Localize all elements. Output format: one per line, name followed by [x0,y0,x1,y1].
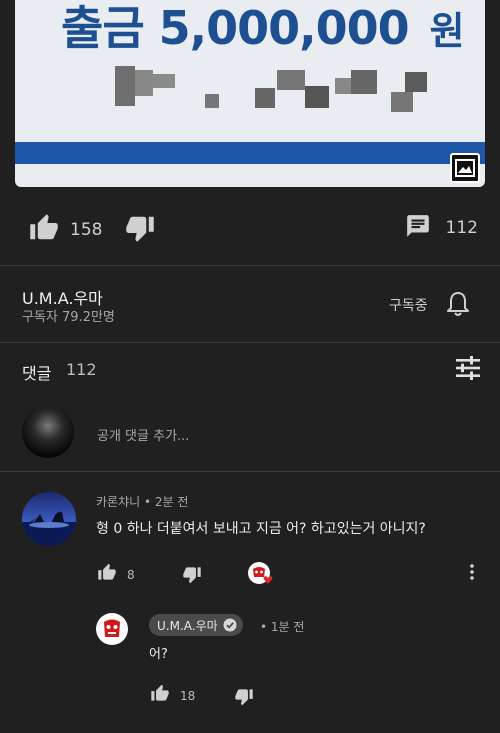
reply-author-badge[interactable]: U.M.A.우마 [149,614,243,636]
thumb-up-icon [97,563,117,586]
reply-like-button[interactable]: 18 [150,684,195,707]
comments-title: 댓글 [22,364,52,383]
more-options-icon[interactable] [469,563,475,585]
comment-like-count: 8 [127,567,135,582]
reply-like-count: 18 [180,688,196,703]
headline-amount: 5,000,000 [158,1,410,55]
creator-heart-icon [247,561,277,587]
thumb-down-icon [234,689,254,710]
sort-icon[interactable] [455,356,481,384]
comment-like-button[interactable]: 8 [97,563,135,586]
add-comment-input[interactable]: 공개 댓글 추가... [97,425,189,444]
thumb-down-icon [124,216,156,247]
verified-icon [223,618,237,632]
reply-dislike-button[interactable] [234,687,254,710]
comment-meta: 카론챠니 • 2분 전 [96,495,189,509]
comment-icon [404,213,432,243]
divider [0,471,500,472]
post-headline: 출금 5,000,000 원 [61,0,465,58]
commenter-avatar[interactable] [22,492,76,546]
blue-stripe [15,142,485,164]
comment-author[interactable]: 카론챠니 [96,495,140,509]
thumb-up-icon [150,684,170,707]
dislike-button[interactable] [124,213,156,247]
thumb-down-icon [182,567,202,588]
headline-suffix: 원 [429,9,465,53]
subscriber-count: 구독자 79.2만명 [22,310,115,325]
bell-icon[interactable] [446,290,470,322]
my-avatar [22,406,74,458]
like-button[interactable]: 158 [28,213,102,247]
comments-count: 112 [66,360,97,379]
divider [0,265,500,266]
reply-author: U.M.A.우마 [157,618,218,633]
reply-text: 어? [149,647,168,662]
action-bar: 158 112 [0,205,500,253]
headline-prefix: 출금 [61,1,145,55]
divider [0,342,500,343]
like-count: 158 [70,220,103,240]
post-image[interactable]: 출금 5,000,000 원 [15,0,485,187]
comment-dislike-button[interactable] [182,565,202,588]
reply-time: 1분 전 [270,620,305,634]
comments-button[interactable]: 112 [404,213,478,243]
subscribed-button[interactable]: 구독중 [389,295,428,315]
image-icon[interactable] [450,153,480,183]
reply-time-meta: • 1분 전 [260,620,305,634]
reply-avatar[interactable] [96,613,128,645]
comment-count: 112 [445,218,478,238]
comment-text: 형 0 하나 더붙여서 보내고 지금 어? 하고있는거 아니지? [96,521,426,537]
comment-time: 2분 전 [154,495,189,509]
thumb-up-icon [28,213,60,247]
